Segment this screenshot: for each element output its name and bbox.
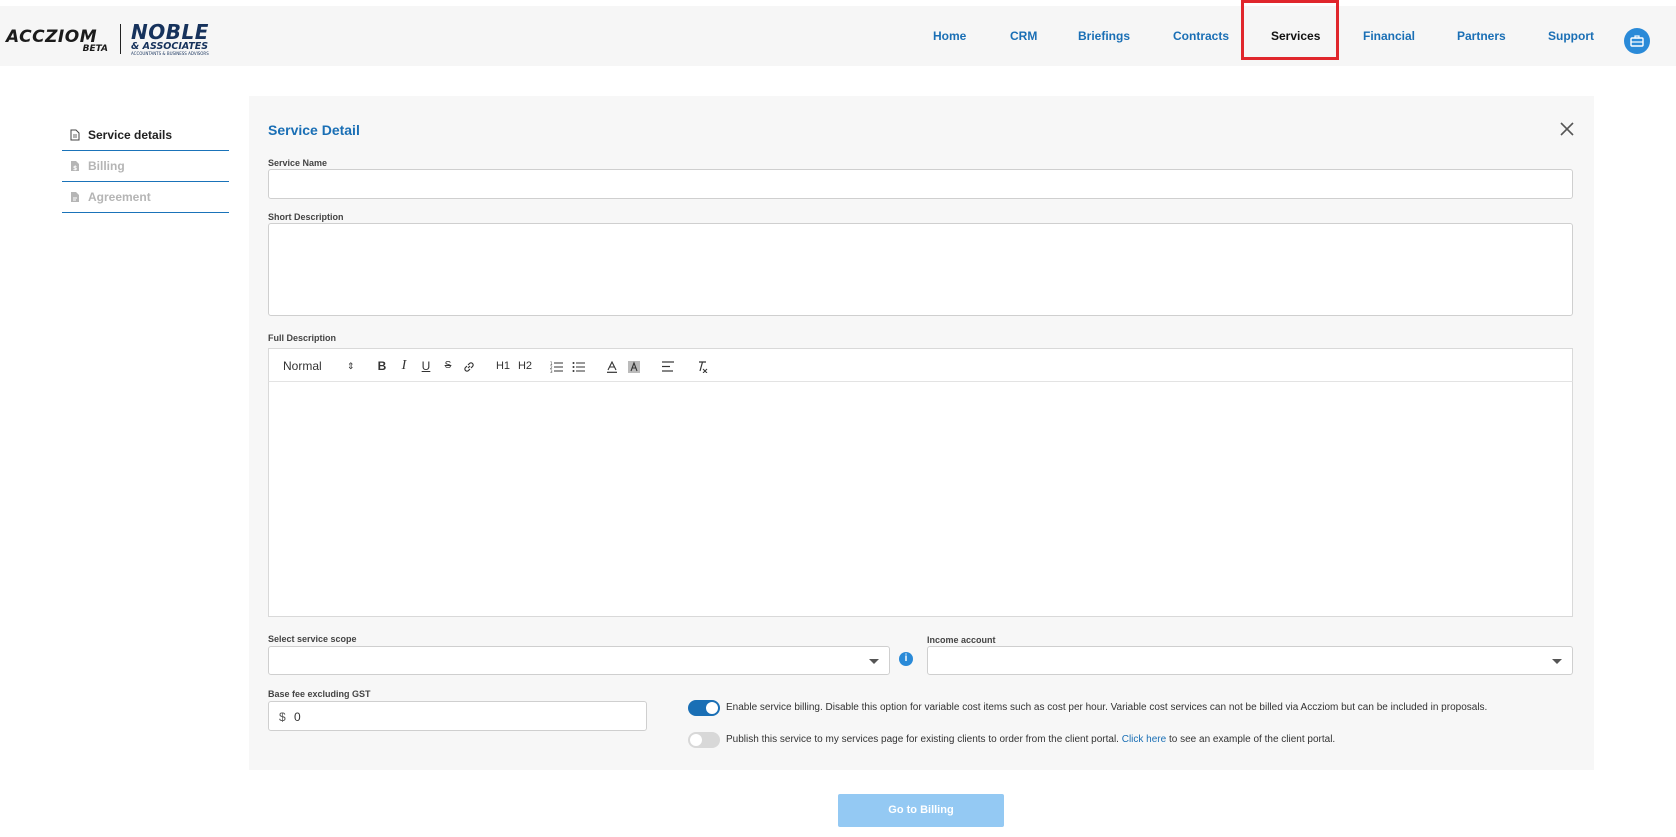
h2-button[interactable]: H2 bbox=[515, 349, 535, 383]
updown-icon: ⇕ bbox=[347, 361, 355, 371]
ordered-list-icon: 1 2 3 bbox=[550, 361, 563, 374]
publish-toggle-text: Publish this service to my services page… bbox=[726, 734, 1335, 745]
nav-financial[interactable]: Financial bbox=[1363, 6, 1415, 66]
nav-crm[interactable]: CRM bbox=[1010, 6, 1037, 66]
info-icon[interactable]: i bbox=[899, 652, 913, 666]
strikethrough-button[interactable]: S bbox=[441, 349, 455, 383]
background-color-button[interactable] bbox=[626, 349, 642, 383]
bullet-list-icon bbox=[572, 361, 585, 372]
sidebar-item-label: Billing bbox=[88, 159, 125, 173]
billing-toggle-text: Enable service billing. Disable this opt… bbox=[726, 702, 1488, 713]
income-account-label: Income account bbox=[927, 635, 996, 645]
publish-text-after: to see an example of the client portal. bbox=[1168, 734, 1336, 745]
billing-toggle[interactable] bbox=[688, 700, 720, 716]
accziom-logo: ACCZIOM BETA bbox=[6, 22, 114, 54]
services-highlight bbox=[1241, 0, 1339, 60]
ordered-list-button[interactable]: 1 2 3 bbox=[548, 349, 564, 383]
heading-select-value: Normal bbox=[283, 359, 322, 373]
nav-partners[interactable]: Partners bbox=[1457, 6, 1506, 66]
editor-toolbar: Normal ⇕ B I U S H1 H2 1 2 3 bbox=[268, 348, 1573, 382]
currency-symbol: $ bbox=[279, 710, 286, 724]
nav-briefings[interactable]: Briefings bbox=[1078, 6, 1130, 66]
toggle-knob bbox=[706, 702, 718, 714]
text-color-button[interactable] bbox=[604, 349, 620, 383]
text-color-icon bbox=[607, 360, 617, 373]
highlight-icon bbox=[628, 360, 640, 373]
sidebar-item-agreement[interactable]: Agreement bbox=[62, 182, 229, 213]
close-icon[interactable] bbox=[1560, 122, 1574, 136]
svg-text:3: 3 bbox=[550, 369, 553, 373]
link-button[interactable] bbox=[461, 349, 477, 383]
service-name-label: Service Name bbox=[268, 158, 328, 168]
logo-beta: BETA bbox=[82, 44, 108, 54]
user-menu-button[interactable] bbox=[1624, 28, 1650, 54]
document-icon bbox=[70, 129, 80, 141]
align-button[interactable] bbox=[660, 349, 676, 383]
sidebar-item-service-details[interactable]: Service details bbox=[62, 120, 229, 151]
nav-home[interactable]: Home bbox=[933, 6, 966, 66]
full-description-editor[interactable] bbox=[268, 382, 1573, 617]
sidebar-item-billing[interactable]: $ Billing bbox=[62, 151, 229, 182]
heading-select[interactable]: Normal ⇕ bbox=[283, 349, 357, 383]
full-description-label: Full Description bbox=[268, 333, 337, 343]
publish-text-before: Publish this service to my services page… bbox=[726, 734, 1119, 745]
short-description-label: Short Description bbox=[268, 212, 344, 222]
income-account-select[interactable] bbox=[927, 646, 1573, 675]
underline-button[interactable]: U bbox=[419, 349, 433, 383]
logo-divider bbox=[120, 24, 121, 54]
base-fee-field[interactable]: $ 0 bbox=[268, 701, 647, 731]
sidebar-item-label: Agreement bbox=[88, 190, 151, 204]
service-detail-card: Service Detail Service Name Short Descri… bbox=[249, 96, 1594, 770]
go-to-billing-button[interactable]: Go to Billing bbox=[838, 794, 1004, 827]
service-name-input[interactable] bbox=[268, 169, 1573, 199]
link-icon bbox=[464, 362, 474, 372]
chevron-down-icon bbox=[869, 659, 879, 664]
service-scope-select[interactable] bbox=[268, 646, 890, 675]
service-scope-label: Select service scope bbox=[268, 634, 357, 644]
bullet-list-button[interactable] bbox=[570, 349, 586, 383]
logo[interactable]: ACCZIOM BETA NOBLE & ASSOCIATES ACCOUNTA… bbox=[6, 20, 221, 56]
nav-contracts[interactable]: Contracts bbox=[1173, 6, 1229, 66]
client-portal-example-link[interactable]: Click here bbox=[1122, 734, 1166, 745]
h1-button[interactable]: H1 bbox=[493, 349, 513, 383]
contract-icon bbox=[71, 192, 79, 202]
base-fee-label: Base fee excluding GST bbox=[268, 689, 371, 699]
svg-text:$: $ bbox=[73, 165, 77, 172]
invoice-icon: $ bbox=[71, 161, 79, 172]
align-left-icon bbox=[662, 361, 674, 372]
short-description-input[interactable] bbox=[268, 223, 1573, 316]
partner-logo: NOBLE & ASSOCIATES ACCOUNTANTS & BUSINES… bbox=[131, 20, 221, 56]
card-title: Service Detail bbox=[268, 122, 360, 138]
briefcase-icon bbox=[1630, 35, 1644, 47]
nav-support[interactable]: Support bbox=[1548, 6, 1594, 66]
chevron-down-icon bbox=[1552, 659, 1562, 664]
bold-button[interactable]: B bbox=[375, 349, 389, 383]
clear-format-button[interactable] bbox=[694, 349, 710, 383]
partner-tagline: ACCOUNTANTS & BUSINESS ADVISORS bbox=[131, 51, 209, 56]
toggle-knob bbox=[690, 734, 702, 746]
italic-button[interactable]: I bbox=[397, 349, 411, 383]
publish-toggle[interactable] bbox=[688, 732, 720, 748]
top-bar: ACCZIOM BETA NOBLE & ASSOCIATES ACCOUNTA… bbox=[0, 6, 1676, 66]
step-sidebar: Service details $ Billing Agreement bbox=[62, 120, 229, 213]
base-fee-input[interactable]: 0 bbox=[294, 710, 301, 724]
sidebar-item-label: Service details bbox=[88, 128, 173, 142]
clear-format-icon bbox=[699, 361, 708, 374]
